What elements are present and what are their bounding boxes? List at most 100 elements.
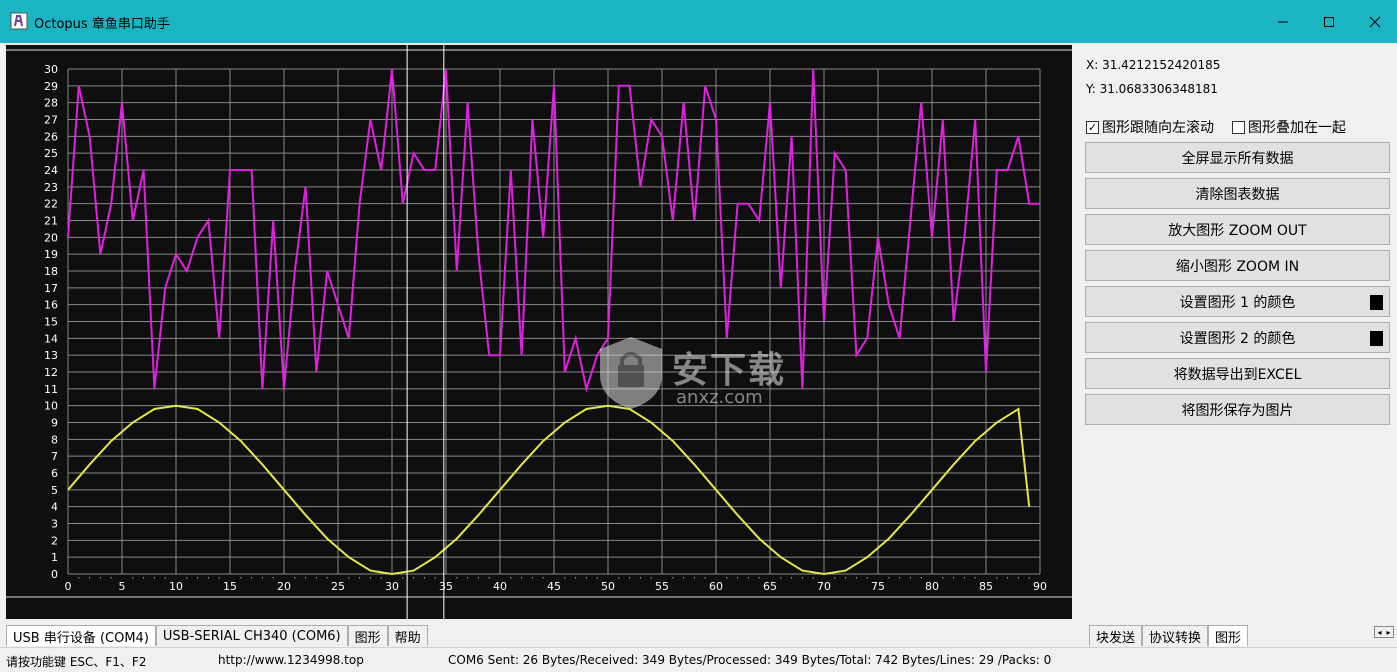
x-minor-tick <box>89 577 91 579</box>
color-1-swatch <box>1370 295 1383 310</box>
y-tick-label: 11 <box>44 383 58 396</box>
clear-chart-button[interactable]: 清除图表数据 <box>1085 178 1390 209</box>
x-minor-tick <box>618 577 620 579</box>
status-divider <box>0 647 1397 648</box>
x-minor-tick <box>402 577 404 579</box>
zoom-in-button[interactable]: 缩小图形 ZOOM IN <box>1085 250 1390 281</box>
y-tick-label: 18 <box>44 265 58 278</box>
x-tick-label: 90 <box>1033 580 1047 593</box>
tab-graph[interactable]: 图形 <box>347 625 388 646</box>
x-minor-tick <box>1028 577 1030 579</box>
arrow-left-icon[interactable]: ◂ <box>1377 628 1381 637</box>
x-tick-label: 60 <box>709 580 723 593</box>
x-minor-tick <box>207 577 209 579</box>
y-tick-label: 1 <box>51 551 58 564</box>
window-title: Octopus 章鱼串口助手 <box>34 17 170 32</box>
tab-graph-panel[interactable]: 图形 <box>1208 625 1249 646</box>
x-minor-tick <box>132 577 134 579</box>
x-minor-tick <box>629 577 631 579</box>
x-minor-tick <box>683 577 685 579</box>
x-minor-tick <box>899 577 901 579</box>
y-tick-label: 22 <box>44 198 58 211</box>
zoom-out-button[interactable]: 放大图形 ZOOM OUT <box>1085 214 1390 245</box>
y-tick-label: 17 <box>44 282 58 295</box>
tab-protocol-label: 协议转换 <box>1149 630 1202 646</box>
y-tick-label: 12 <box>44 366 58 379</box>
y-tick-label: 29 <box>44 80 58 93</box>
shield-logo-icon <box>600 337 662 409</box>
checkbox-checked-icon[interactable]: ✓ <box>1086 120 1099 134</box>
x-minor-tick <box>812 577 814 579</box>
chart-area[interactable]: 0 1 2 3 4 5 6 7 8 9 10 11 12 13 14 15 16 17 18 19 20 21 22 23 24… <box>6 45 1072 619</box>
close-button[interactable] <box>1352 0 1397 43</box>
x-minor-tick <box>348 577 350 579</box>
x-minor-tick <box>564 577 566 579</box>
chart-background <box>6 45 1072 619</box>
tab-com4[interactable]: USB 串行设备 (COM4) <box>6 625 156 646</box>
y-tick-label: 26 <box>44 130 58 143</box>
tab-scroll-arrows[interactable]: ◂ ▸ <box>1374 626 1394 638</box>
status-stats: COM6 Sent: 26 Bytes/Received: 349 Bytes/… <box>448 653 1052 667</box>
x-minor-tick <box>585 577 587 579</box>
x-tick-label: 45 <box>547 580 561 593</box>
y-tick-label: 6 <box>51 467 58 480</box>
watermark-text-cn: 安下载 <box>672 350 787 391</box>
watermark-text-en: anxz.com <box>676 387 763 408</box>
line-chart[interactable]: 0123456789101112131415161718192021222324… <box>6 45 1072 619</box>
x-minor-tick <box>909 577 911 579</box>
x-minor-tick <box>423 577 425 579</box>
x-tick-label: 70 <box>817 580 831 593</box>
x-minor-tick <box>996 577 998 579</box>
color-2-swatch <box>1370 331 1383 346</box>
set-color-1-label: 设置图形 1 的颜色 <box>1179 294 1296 311</box>
x-minor-tick <box>261 577 263 579</box>
zoom-out-label: 放大图形 ZOOM OUT <box>1168 222 1307 239</box>
x-minor-tick <box>240 577 242 579</box>
options-row: ✓ 图形跟随向左滚动 图形叠加在一起 <box>1086 117 1364 137</box>
x-minor-tick <box>639 577 641 579</box>
x-minor-tick <box>747 577 749 579</box>
y-tick-label: 27 <box>44 114 58 127</box>
x-minor-tick <box>845 577 847 579</box>
tab-graph-panel-label: 图形 <box>1215 630 1242 646</box>
overlay-checkbox[interactable]: 图形叠加在一起 <box>1232 117 1346 137</box>
y-tick-label: 28 <box>44 97 58 110</box>
control-panel: X: 31.4212152420185 Y: 31.0683306348181 … <box>1078 45 1396 621</box>
x-tick-label: 65 <box>763 580 777 593</box>
x-minor-tick <box>737 577 739 579</box>
save-image-button[interactable]: 将图形保存为图片 <box>1085 394 1390 425</box>
arrow-right-icon[interactable]: ▸ <box>1386 628 1390 637</box>
clear-chart-label: 清除图表数据 <box>1195 186 1280 203</box>
x-minor-tick <box>758 577 760 579</box>
y-tick-label: 13 <box>44 349 58 362</box>
export-excel-button[interactable]: 将数据导出到EXCEL <box>1085 358 1390 389</box>
set-color-2-button[interactable]: 设置图形 2 的颜色 <box>1085 322 1390 353</box>
tab-block-send[interactable]: 块发送 <box>1089 625 1143 646</box>
maximize-button[interactable] <box>1306 0 1352 43</box>
x-minor-tick <box>510 577 512 579</box>
tab-help-label: 帮助 <box>394 630 421 646</box>
set-color-1-button[interactable]: 设置图形 1 的颜色 <box>1085 286 1390 317</box>
y-tick-label: 9 <box>51 417 58 430</box>
scroll-left-checkbox[interactable]: ✓ 图形跟随向左滚动 <box>1086 117 1214 137</box>
overlay-label: 图形叠加在一起 <box>1248 120 1346 136</box>
y-tick-label: 7 <box>51 450 58 463</box>
x-minor-tick <box>467 577 469 579</box>
x-minor-tick <box>164 577 166 579</box>
x-minor-tick <box>542 577 544 579</box>
x-minor-tick <box>305 577 307 579</box>
device-tabs: USB 串行设备 (COM4) USB-SERIAL CH340 (COM6) … <box>6 624 428 646</box>
x-minor-tick <box>153 577 155 579</box>
y-tick-label: 30 <box>44 63 58 76</box>
x-minor-tick <box>434 577 436 579</box>
y-tick-label: 5 <box>51 484 58 497</box>
tab-com6[interactable]: USB-SERIAL CH340 (COM6) <box>155 625 348 646</box>
tab-block-send-label: 块发送 <box>1096 630 1136 646</box>
x-minor-tick <box>456 577 458 579</box>
tab-protocol[interactable]: 协议转换 <box>1142 625 1209 646</box>
checkbox-unchecked-icon[interactable] <box>1232 120 1245 134</box>
tab-help[interactable]: 帮助 <box>387 625 428 646</box>
show-all-data-button[interactable]: 全屏显示所有数据 <box>1085 142 1390 173</box>
minimize-button[interactable] <box>1260 0 1306 43</box>
x-tick-label: 30 <box>385 580 399 593</box>
